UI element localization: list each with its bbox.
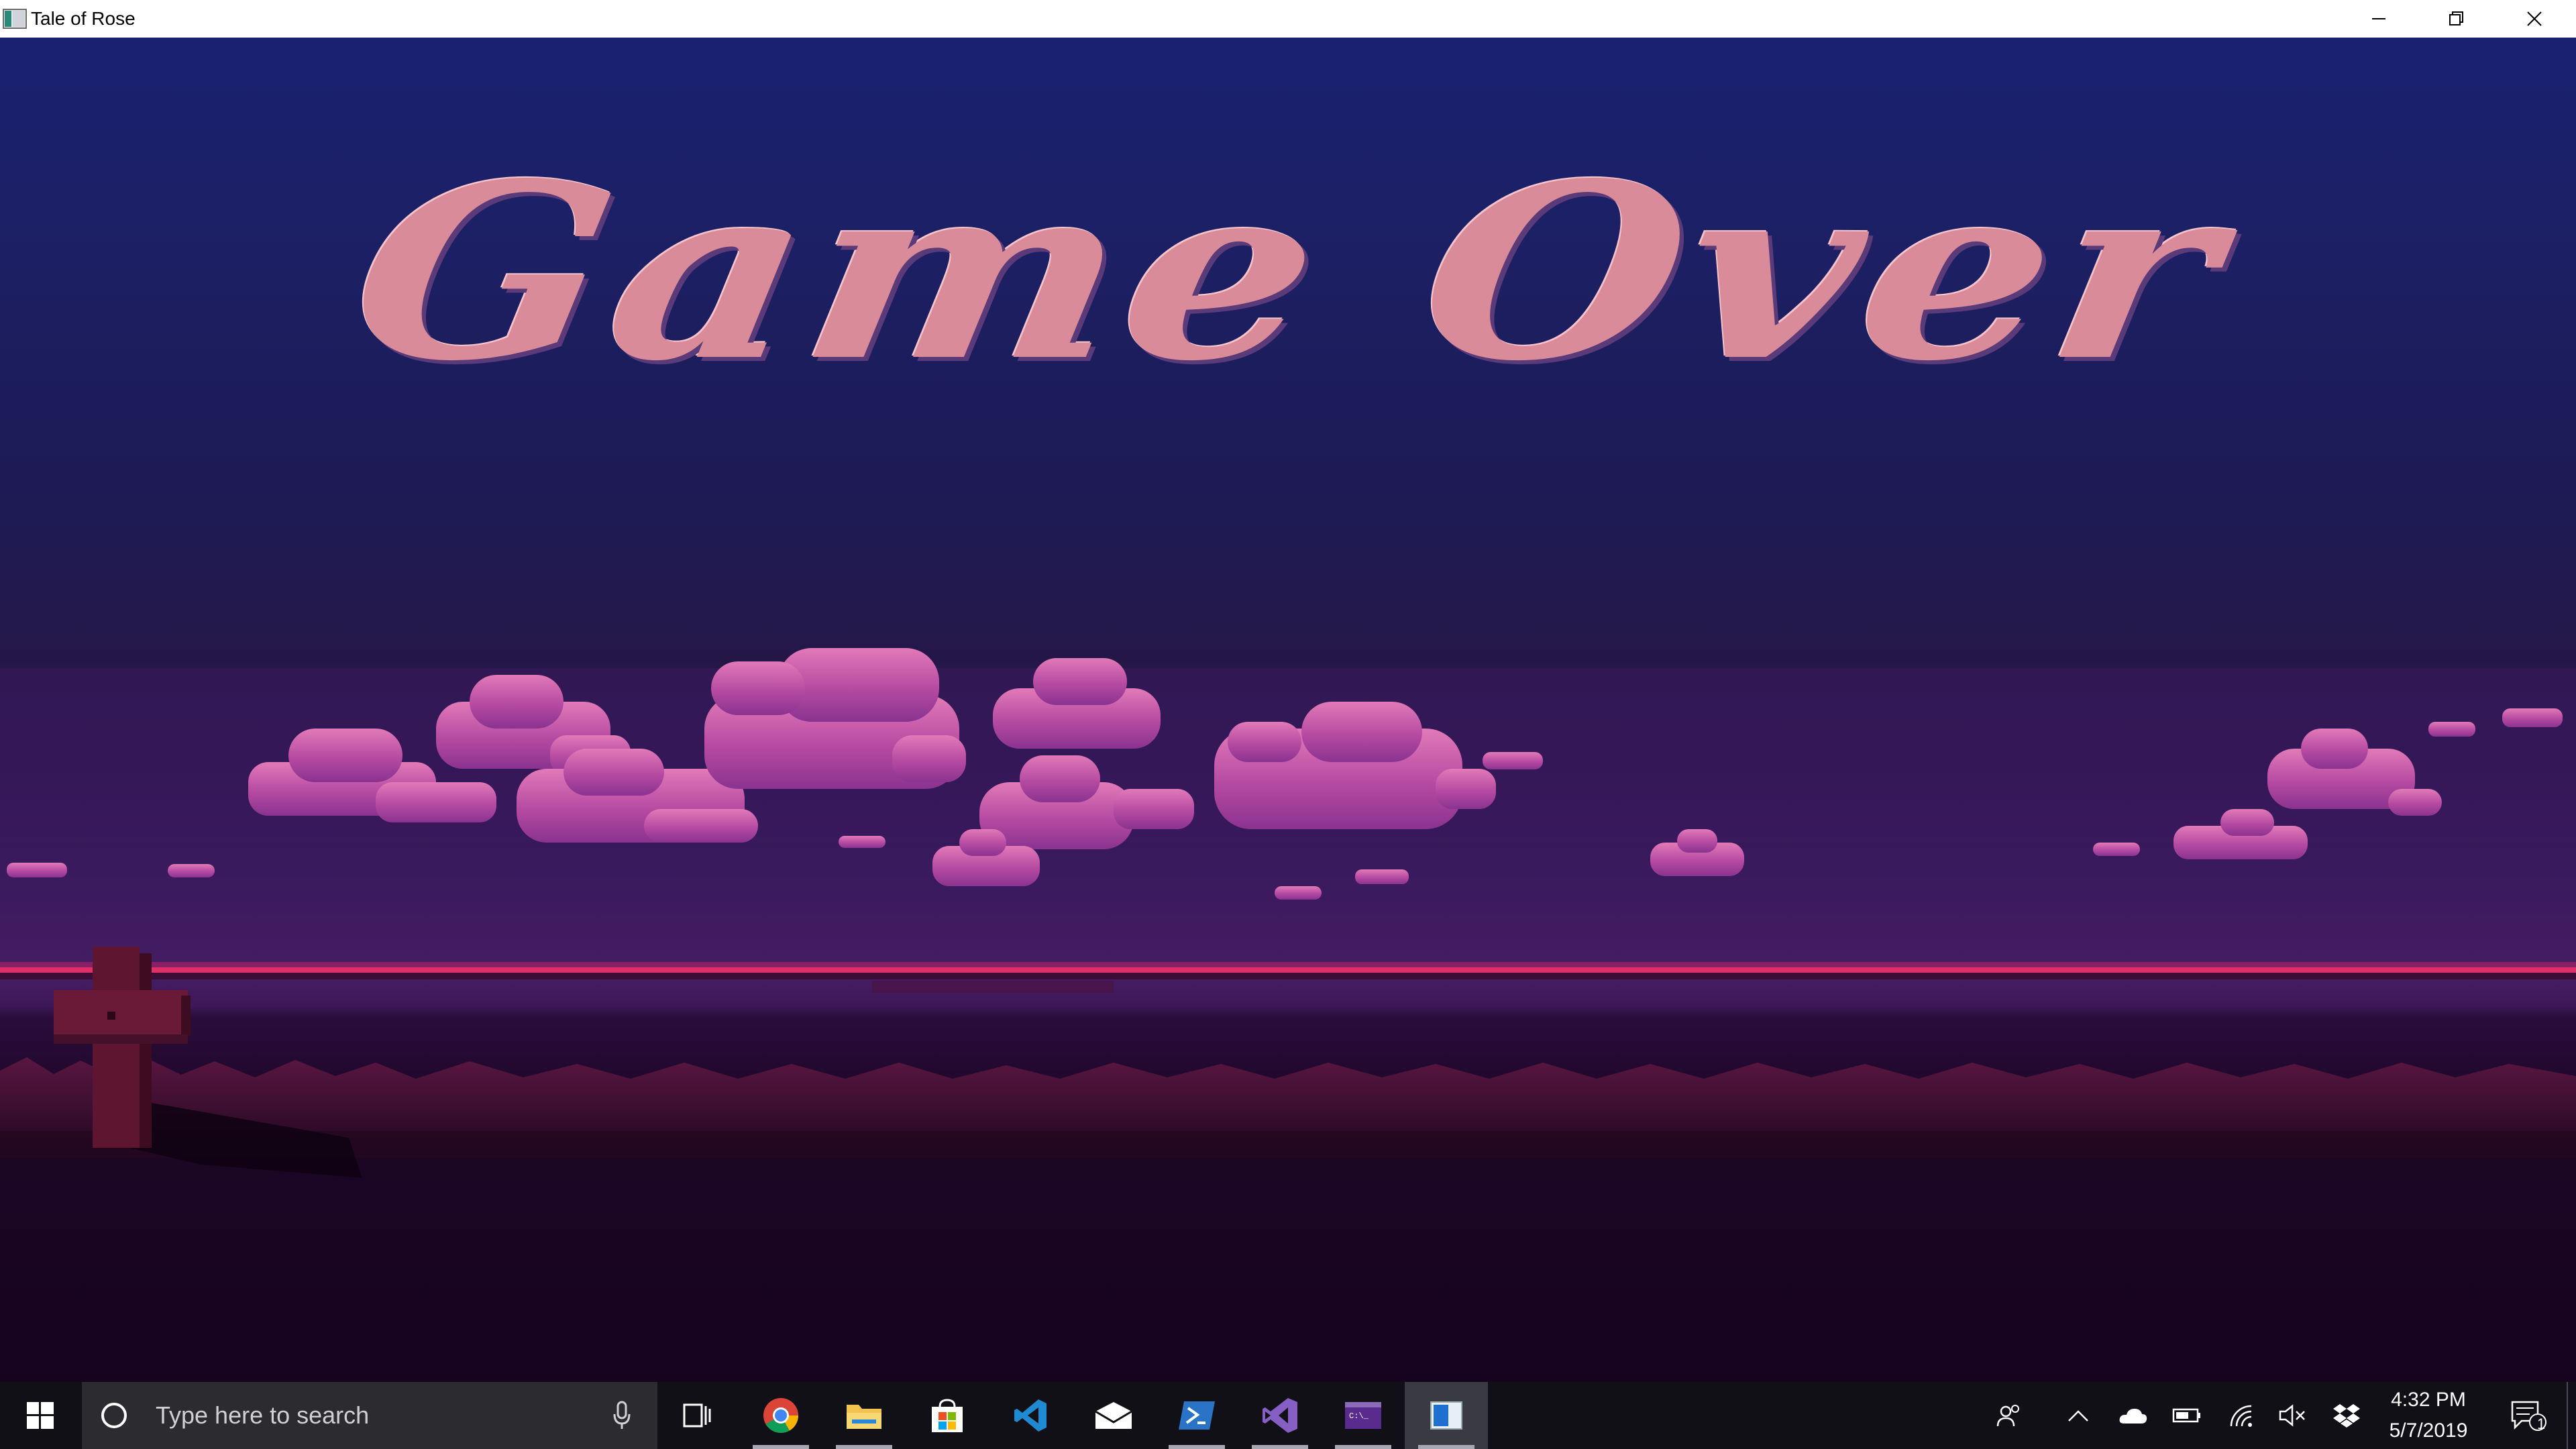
game-over-title: Game Over — [334, 130, 2242, 414]
running-indicator — [1252, 1445, 1308, 1449]
grave-cross — [54, 947, 362, 1178]
taskbar-app-tale-of-rose[interactable] — [1405, 1382, 1488, 1449]
folder-icon — [847, 1405, 881, 1429]
system-clock[interactable]: 4:32 PM 5/7/2019 — [2361, 1382, 2496, 1449]
tray-battery[interactable] — [2159, 1382, 2215, 1449]
visual-studio-icon — [1263, 1398, 1297, 1433]
action-center-button[interactable]: 1 — [2496, 1382, 2563, 1449]
windows-logo-icon — [27, 1402, 54, 1429]
svg-text:C:\_: C:\_ — [1349, 1411, 1369, 1421]
clock-time: 4:32 PM — [2391, 1389, 2466, 1411]
horizon-line — [0, 967, 2576, 973]
minimize-icon — [2372, 18, 2385, 19]
game-over-title-container: Game Over — [0, 130, 2576, 414]
chevron-up-icon — [2068, 1410, 2088, 1421]
taskbar-app-visual-studio[interactable] — [1238, 1382, 1322, 1449]
tray-show-hidden[interactable] — [2050, 1382, 2106, 1449]
task-view-button[interactable] — [656, 1382, 739, 1449]
restore-button[interactable] — [2418, 0, 2496, 38]
taskbar-app-powershell[interactable] — [1155, 1382, 1238, 1449]
app-icon — [3, 9, 27, 29]
show-desktop-button[interactable] — [2567, 1382, 2576, 1449]
microphone-icon[interactable] — [612, 1401, 632, 1430]
close-button[interactable] — [2496, 0, 2573, 38]
chrome-icon — [763, 1398, 798, 1433]
running-indicator — [836, 1445, 892, 1449]
grass — [0, 1057, 2576, 1138]
battery-icon — [2172, 1408, 2200, 1423]
taskbar-app-terminal[interactable]: C:\_ — [1322, 1382, 1405, 1449]
minimize-button[interactable] — [2340, 0, 2418, 38]
tray-volume[interactable] — [2265, 1382, 2321, 1449]
tray-wifi[interactable] — [2214, 1382, 2270, 1449]
running-indicator — [753, 1445, 809, 1449]
mail-icon — [1095, 1402, 1132, 1429]
notification-count: 1 — [2536, 1415, 2546, 1432]
running-indicator — [1169, 1445, 1225, 1449]
taskbar-app-chrome[interactable] — [739, 1382, 822, 1449]
close-icon — [2527, 11, 2542, 26]
powershell-icon — [1179, 1401, 1215, 1430]
window-title-bar[interactable]: Tale of Rose — [0, 0, 2576, 38]
taskbar-app-file-explorer[interactable] — [822, 1382, 906, 1449]
horizon-reflection — [872, 981, 1114, 993]
tray-onedrive[interactable] — [2105, 1382, 2161, 1449]
dropbox-icon — [2333, 1404, 2360, 1428]
running-indicator — [1335, 1445, 1391, 1449]
cortana-icon — [101, 1403, 127, 1428]
vscode-icon — [1014, 1399, 1046, 1432]
tray-people[interactable] — [1982, 1382, 2038, 1449]
cloud — [704, 648, 966, 789]
task-view-icon — [683, 1403, 711, 1428]
taskbar-app-mail[interactable] — [1072, 1382, 1155, 1449]
game-canvas[interactable]: Game Over — [0, 38, 2576, 1382]
search-box[interactable]: Type here to search — [82, 1382, 657, 1449]
terminal-icon: C:\_ — [1345, 1402, 1381, 1429]
volume-muted-icon — [2279, 1404, 2305, 1427]
restore-icon — [2449, 11, 2463, 25]
onedrive-icon — [2119, 1409, 2147, 1424]
search-placeholder: Type here to search — [156, 1401, 370, 1429]
taskbar: Type here to search C:\_ 4:32 PM 5/7/201… — [0, 1382, 2576, 1449]
start-button[interactable] — [0, 1382, 80, 1449]
taskbar-app-vscode[interactable] — [989, 1382, 1072, 1449]
window-title: Tale of Rose — [31, 8, 136, 29]
taskbar-app-store[interactable] — [906, 1382, 989, 1449]
people-icon — [1996, 1405, 2019, 1427]
wifi-icon — [2230, 1405, 2252, 1427]
running-indicator — [1418, 1445, 1474, 1449]
store-icon — [932, 1399, 963, 1432]
tale-of-rose-app-icon — [1430, 1401, 1462, 1430]
clock-date: 5/7/2019 — [2389, 1419, 2468, 1442]
